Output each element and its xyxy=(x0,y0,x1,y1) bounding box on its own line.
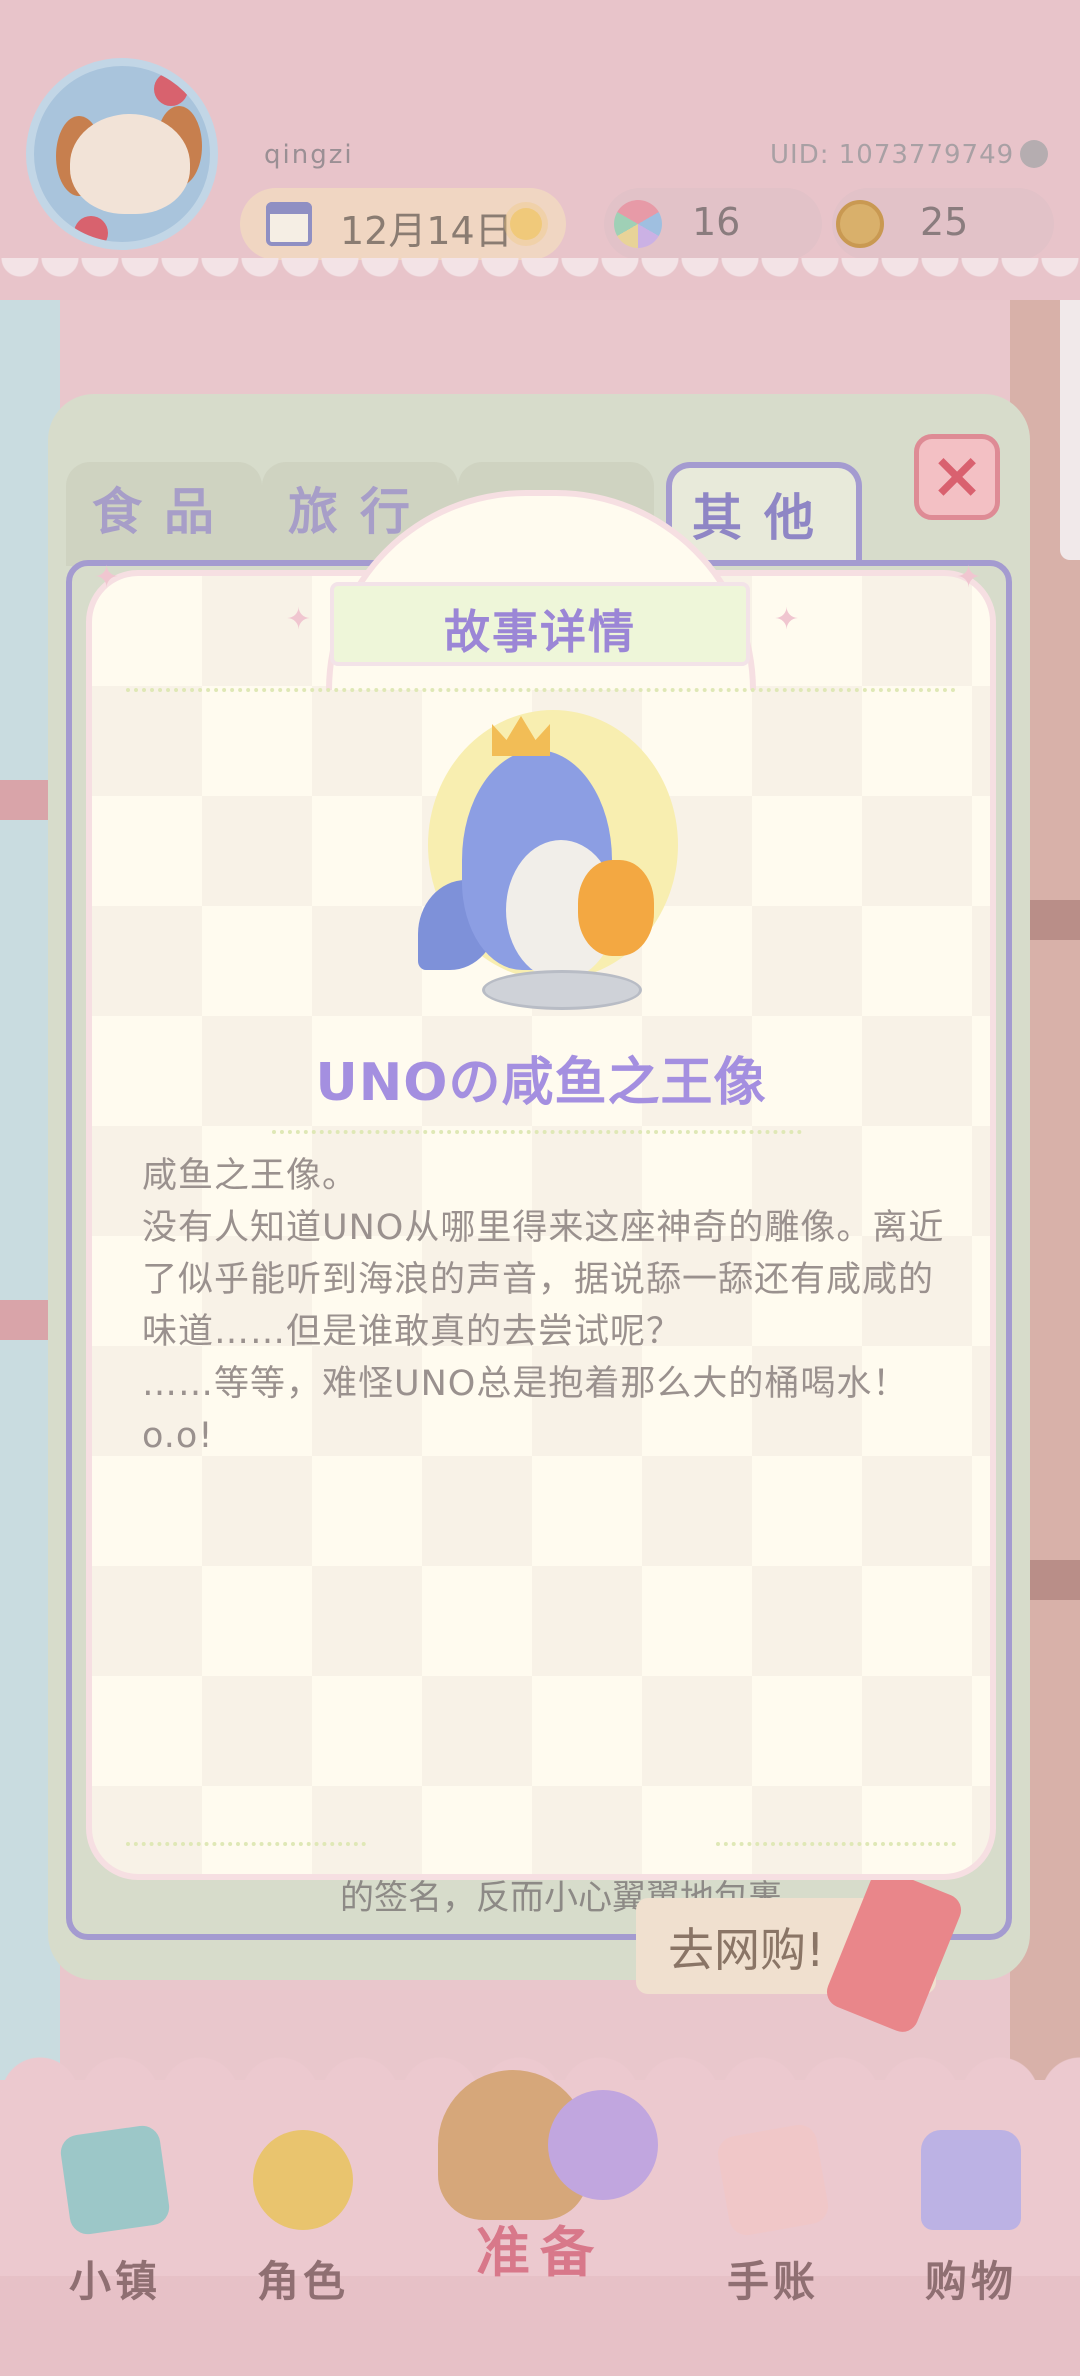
dialog-title: 故事详情 xyxy=(444,605,636,659)
lace-border xyxy=(0,258,1080,298)
sparkle-icon: ✦ xyxy=(956,560,982,595)
calendar-icon xyxy=(266,202,312,246)
gem-count: 16 xyxy=(692,200,741,244)
nav-town-label: 小镇 xyxy=(68,2257,161,2306)
go-shopping-button[interactable]: 去网购! xyxy=(636,1865,966,2037)
date-display[interactable]: 12月14日 xyxy=(240,188,566,260)
nav-prepare[interactable]: 准备 xyxy=(398,2040,682,2290)
sparkle-icon: ✦ xyxy=(94,560,120,595)
copy-icon[interactable] xyxy=(1020,140,1048,168)
sun-icon xyxy=(510,208,542,240)
nav-shopping[interactable]: 购物 xyxy=(896,2130,1046,2330)
avatar[interactable] xyxy=(26,58,218,250)
character-icon xyxy=(253,2130,353,2230)
dotted-divider xyxy=(272,1130,802,1134)
go-shopping-label: 去网购! xyxy=(668,1923,825,1977)
dialog-title-banner: 故事详情 xyxy=(330,582,750,666)
side-tab[interactable] xyxy=(1060,280,1080,560)
story-dialog: 故事详情 ✦ ✦ ✦ ✦ UNOの咸鱼之王像 咸鱼之王像。 没有人知道UNO从哪… xyxy=(86,490,996,1880)
coin-count: 25 xyxy=(920,200,969,244)
nav-shopping-label: 购物 xyxy=(924,2257,1017,2306)
dotted-divider xyxy=(716,1842,956,1846)
journal-icon xyxy=(715,2122,831,2238)
date-text: 12月14日 xyxy=(340,209,513,253)
shopping-bag-icon xyxy=(921,2130,1021,2230)
username: qingzi xyxy=(264,140,354,170)
rose-icon xyxy=(154,72,188,106)
uid-label: UID: 1073779749 xyxy=(770,140,1015,170)
pineapple-cup xyxy=(578,860,654,956)
nav-role[interactable]: 角色 xyxy=(228,2130,378,2330)
map-icon xyxy=(58,2123,172,2237)
coin-counter[interactable]: 25 xyxy=(832,188,1054,260)
dotted-divider xyxy=(126,688,956,692)
hat-icon xyxy=(548,2090,658,2200)
story-description: 咸鱼之王像。 没有人知道UNO从哪里得来这座神奇的雕像。离近了似乎能听到海浪的声… xyxy=(142,1156,945,1456)
top-bar: qingzi UID: 1073779749 12月14日 16 25 xyxy=(0,0,1080,300)
item-name: UNOの咸鱼之王像 xyxy=(315,1053,767,1113)
coin-icon xyxy=(836,200,884,248)
nav-role-label: 角色 xyxy=(256,2257,349,2306)
rose-icon xyxy=(74,216,108,242)
gem-counter[interactable]: 16 xyxy=(604,188,822,260)
sparkle-icon: ✦ xyxy=(286,602,312,637)
gem-icon xyxy=(614,200,662,248)
dotted-divider xyxy=(126,1842,366,1846)
statue-base xyxy=(482,970,642,1010)
nav-diary[interactable]: 手账 xyxy=(698,2122,848,2330)
nav-town[interactable]: 小镇 xyxy=(40,2123,190,2330)
nav-diary-label: 手账 xyxy=(726,2257,819,2306)
statue-image xyxy=(418,710,678,1020)
sparkle-icon: ✦ xyxy=(774,602,800,637)
nav-prepare-label: 准备 xyxy=(476,2221,604,2284)
dog-face xyxy=(70,114,190,214)
